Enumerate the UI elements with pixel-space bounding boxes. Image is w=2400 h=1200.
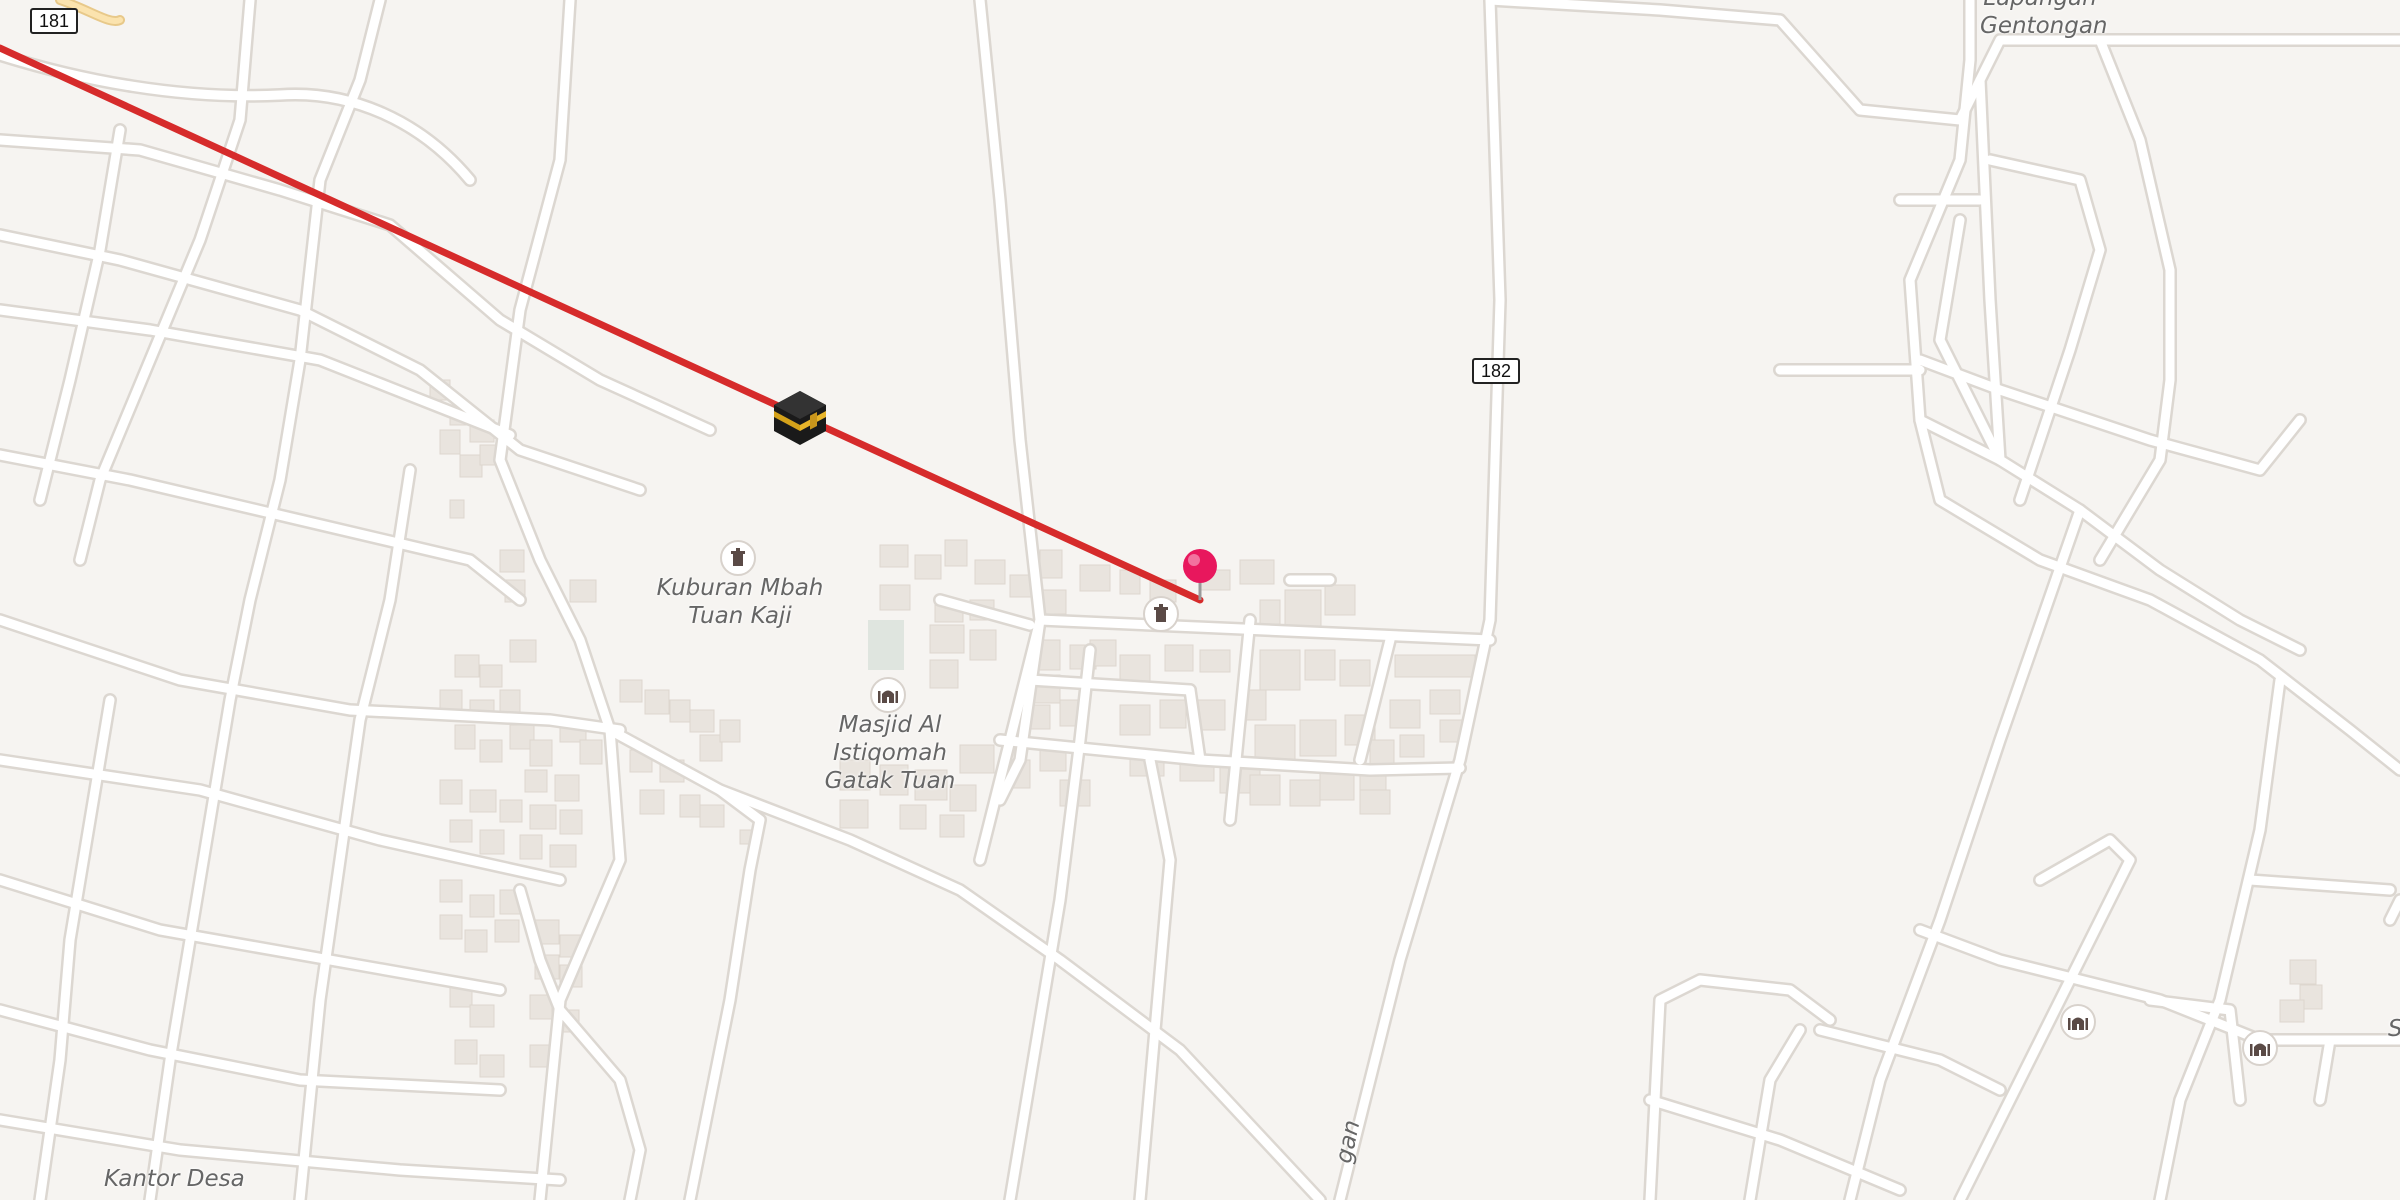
label-kuburan-mbah-tuan-kaji: Kuburan Mbah Tuan Kaji xyxy=(656,575,824,629)
map-base-layer xyxy=(0,0,2400,1200)
road-shield-182: 182 xyxy=(1472,358,1521,384)
park-area xyxy=(868,620,904,670)
label-lapangan-gentongan: Lapangan Gentongan xyxy=(1980,0,2108,39)
label-masjid-al-istiqomah: Masjid Al Istiqomah Gatak Tuan xyxy=(824,712,956,794)
cemetery-icon[interactable] xyxy=(1143,596,1179,632)
label-kantor-desa: Kantor Desa xyxy=(104,1166,245,1192)
cemetery-icon[interactable] xyxy=(720,540,756,576)
label-edge-partial: S xyxy=(2388,1015,2400,1043)
qibla-route-line xyxy=(0,44,1204,604)
kaaba-icon xyxy=(774,391,826,445)
road-shield-181: 181 xyxy=(30,8,79,34)
mosque-icon[interactable] xyxy=(2060,1004,2096,1040)
map-canvas[interactable]: 181 182 Lapangan Gentongan Kuburan Mbah … xyxy=(0,0,2400,1200)
mosque-icon[interactable] xyxy=(870,677,906,713)
mosque-icon[interactable] xyxy=(2242,1030,2278,1066)
